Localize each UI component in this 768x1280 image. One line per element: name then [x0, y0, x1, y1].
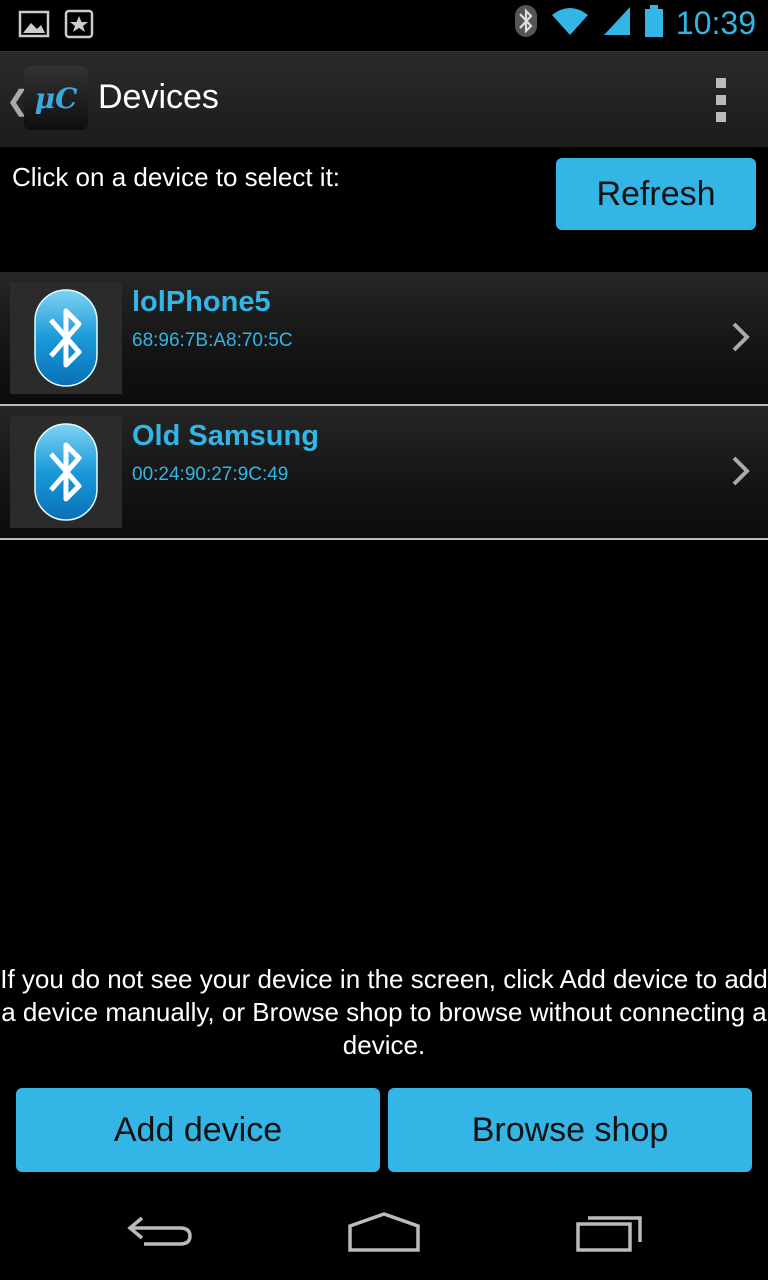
- device-address: 68:96:7B:A8:70:5C: [132, 330, 293, 351]
- battery-icon: [644, 4, 664, 43]
- navigation-bar: [0, 1180, 768, 1280]
- bluetooth-icon: [514, 4, 538, 43]
- action-bar: ❮ μC Devices: [0, 51, 768, 147]
- status-bar: 10:39: [0, 0, 768, 50]
- image-icon: [18, 8, 50, 45]
- help-text: If you do not see your device in the scr…: [0, 964, 768, 1060]
- device-row[interactable]: Old Samsung 00:24:90:27:9C:49: [0, 406, 768, 540]
- app-logo[interactable]: μC: [24, 66, 88, 130]
- device-list: lolPhone5 68:96:7B:A8:70:5C Old Samsung …: [0, 272, 768, 540]
- recent-apps-icon[interactable]: [574, 1210, 646, 1259]
- instruction-text: Click on a device to select it:: [12, 162, 341, 192]
- back-icon[interactable]: [124, 1210, 196, 1259]
- device-name: Old Samsung: [132, 420, 319, 452]
- device-address: 00:24:90:27:9C:49: [132, 464, 289, 485]
- wifi-icon: [550, 5, 590, 42]
- bluetooth-device-icon: [10, 282, 122, 394]
- bookmark-icon: [64, 8, 94, 45]
- refresh-button[interactable]: Refresh: [556, 158, 756, 230]
- page-title: Devices: [98, 78, 219, 116]
- clock: 10:39: [675, 5, 756, 41]
- add-device-button[interactable]: Add device: [16, 1088, 380, 1172]
- bluetooth-device-icon: [10, 416, 122, 528]
- device-row[interactable]: lolPhone5 68:96:7B:A8:70:5C: [0, 272, 768, 406]
- signal-icon: [602, 5, 632, 42]
- home-icon[interactable]: [346, 1210, 422, 1259]
- app-logo-text: μC: [34, 81, 78, 115]
- device-name: lolPhone5: [132, 286, 271, 318]
- chevron-right-icon: [730, 320, 752, 359]
- overflow-menu-icon[interactable]: [714, 78, 728, 122]
- browse-shop-button[interactable]: Browse shop: [388, 1088, 752, 1172]
- chevron-right-icon: [730, 454, 752, 493]
